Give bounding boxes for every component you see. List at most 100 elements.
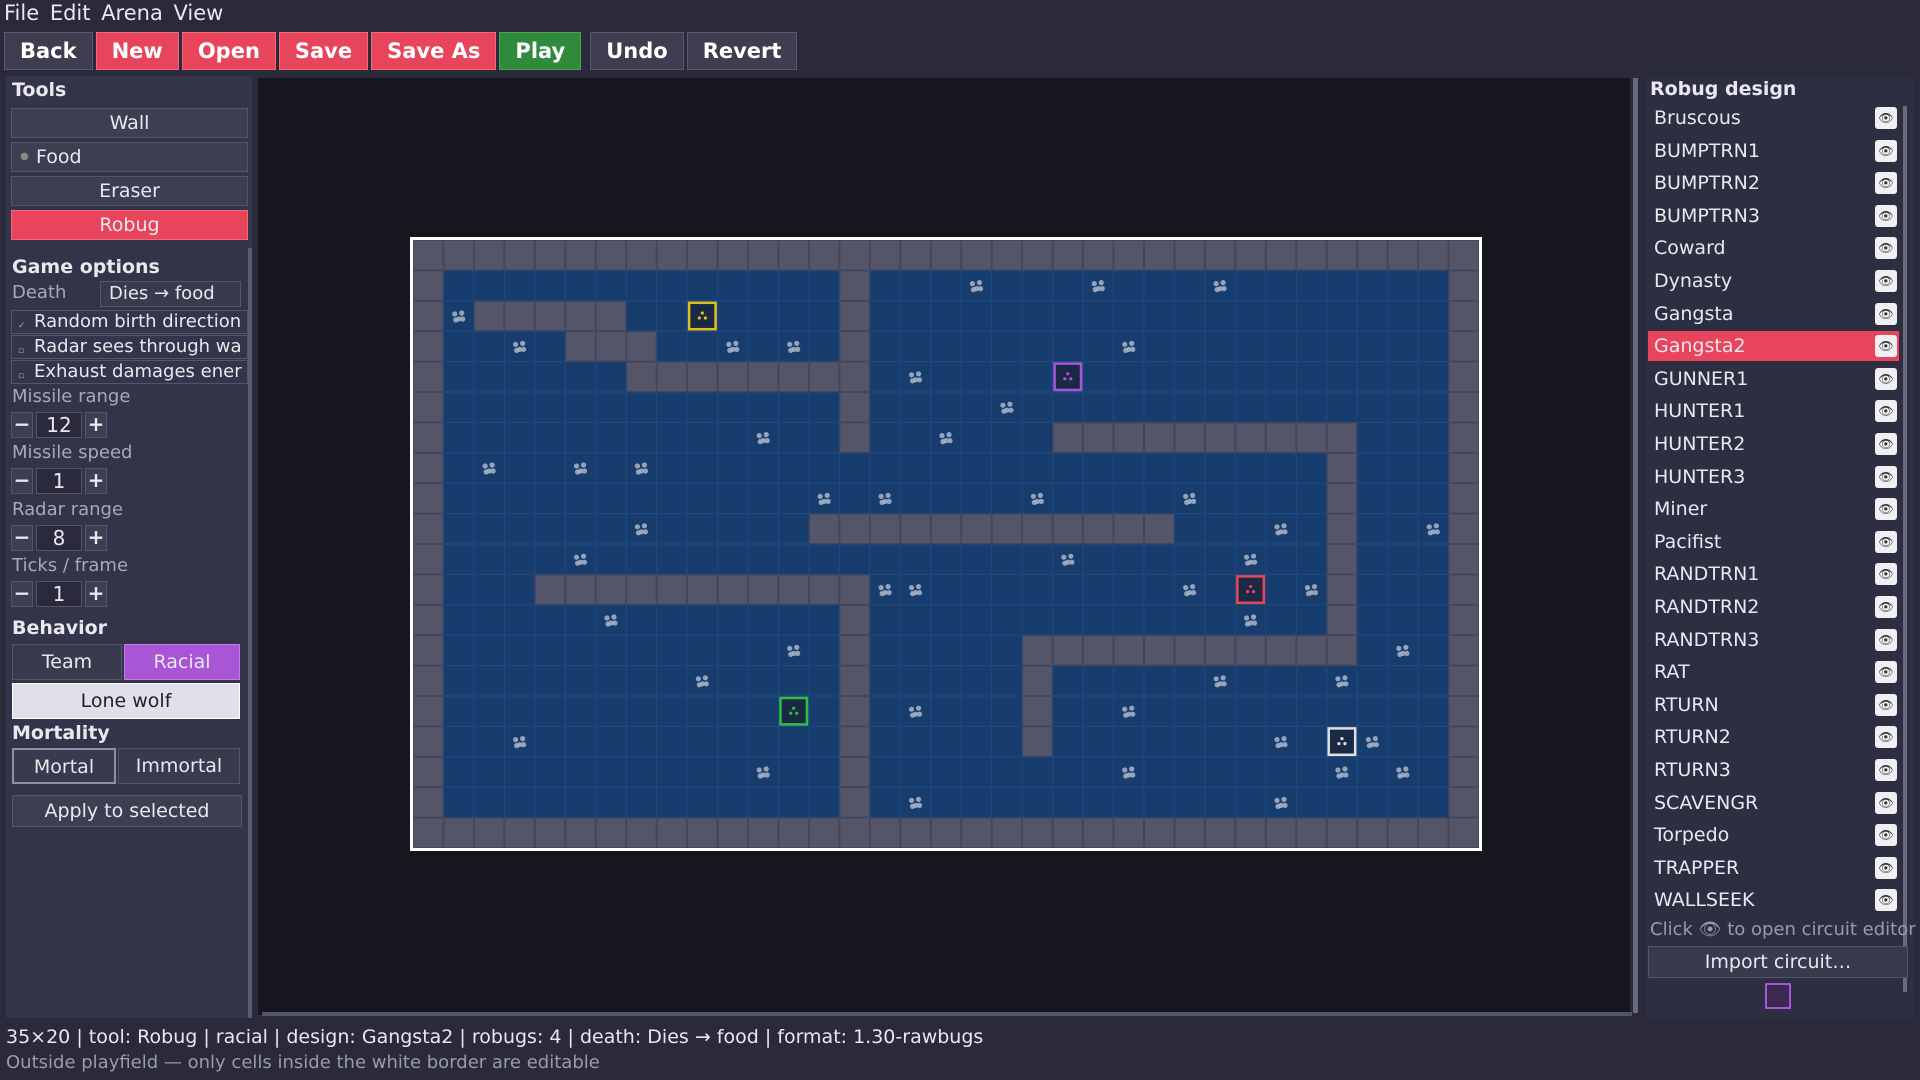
save-button[interactable]: Save (278, 32, 369, 70)
save-as-button[interactable]: Save As (371, 32, 497, 70)
design-item[interactable]: Bruscous 👁 (1648, 103, 1899, 133)
design-item[interactable]: GUNNER1 👁 (1648, 364, 1899, 394)
design-item[interactable]: RANDTRN3 👁 (1648, 625, 1899, 655)
eye-icon[interactable]: 👁 (1875, 498, 1897, 521)
behavior-lone-wolf-button[interactable]: Lone wolf (12, 683, 240, 719)
decrement-button[interactable]: − (11, 468, 33, 494)
wall-cell (687, 361, 718, 392)
radar-range-value[interactable]: 8 (36, 525, 82, 551)
design-item[interactable]: BUMPTRN2 👁 (1648, 168, 1899, 198)
design-item[interactable]: HUNTER1 👁 (1648, 396, 1899, 426)
behavior-team-button[interactable]: Team (12, 644, 122, 680)
missile-speed-value[interactable]: 1 (36, 468, 82, 494)
design-item[interactable]: RAT 👁 (1648, 657, 1899, 687)
design-item[interactable]: Torpedo 👁 (1648, 820, 1899, 850)
eye-icon[interactable]: 👁 (1875, 139, 1897, 162)
decrement-button[interactable]: − (11, 412, 33, 438)
arena-playfield[interactable] (410, 237, 1482, 851)
immortal-button[interactable]: Immortal (118, 748, 240, 784)
eye-icon[interactable]: 👁 (1875, 563, 1897, 586)
undo-button[interactable]: Undo (590, 32, 684, 70)
design-item[interactable]: RTURN 👁 (1648, 690, 1899, 720)
missile-range-value[interactable]: 12 (36, 412, 82, 438)
design-item-label: TRAPPER (1654, 856, 1740, 879)
eye-icon[interactable]: 👁 (1875, 759, 1897, 781)
back-button[interactable]: Back (4, 32, 93, 70)
decrement-button[interactable]: − (11, 581, 33, 607)
eye-icon[interactable]: 👁 (1875, 596, 1897, 618)
menu-arena[interactable]: Arena (101, 1, 163, 25)
eye-icon[interactable]: 👁 (1875, 400, 1897, 423)
eye-icon[interactable]: 👁 (1875, 204, 1897, 227)
eye-icon[interactable]: 👁 (1875, 726, 1897, 749)
mortal-button[interactable]: Mortal (12, 748, 116, 784)
eye-icon[interactable]: 👁 (1875, 791, 1897, 814)
tool-wall-button[interactable]: Wall (11, 108, 248, 138)
tool-eraser-button[interactable]: Eraser (11, 176, 248, 206)
tool-food-button[interactable]: ● Food (11, 142, 248, 172)
eye-icon[interactable]: 👁 (1875, 172, 1897, 195)
random-birth-checkbox[interactable]: ✓ Random birth direction (11, 310, 248, 334)
eye-icon[interactable]: 👁 (1875, 465, 1897, 488)
tool-robug-button[interactable]: Robug (11, 210, 248, 240)
design-item[interactable]: RANDTRN1 👁 (1648, 559, 1899, 589)
apply-to-selected-button[interactable]: Apply to selected (12, 795, 242, 827)
eye-icon[interactable]: 👁 (1875, 693, 1897, 716)
radar-walls-checkbox[interactable]: ▫ Radar sees through wa (11, 335, 248, 359)
eye-icon[interactable]: 👁 (1875, 367, 1897, 390)
ticks-value[interactable]: 1 (36, 581, 82, 607)
eye-icon[interactable]: 👁 (1875, 824, 1897, 847)
design-item[interactable]: SCAVENGR 👁 (1648, 788, 1899, 818)
open-button[interactable]: Open (181, 32, 276, 70)
eye-icon[interactable]: 👁 (1875, 661, 1897, 684)
eye-icon[interactable]: 👁 (1875, 302, 1897, 325)
design-item[interactable]: HUNTER2 👁 (1648, 429, 1899, 459)
eye-icon[interactable]: 👁 (1875, 237, 1897, 260)
increment-button[interactable]: + (85, 581, 107, 607)
design-item[interactable]: HUNTER3 👁 (1648, 462, 1899, 492)
left-scrollbar[interactable] (248, 248, 252, 1018)
design-list-scrollbar[interactable] (1903, 106, 1907, 992)
design-item[interactable]: WALLSEEK 👁 (1648, 885, 1899, 915)
wall-cell (1052, 422, 1084, 453)
robug-design-title: Robug design (1650, 78, 1797, 100)
import-circuit-button[interactable]: Import circuit… (1648, 946, 1908, 978)
eye-icon[interactable]: 👁 (1875, 335, 1897, 358)
design-item[interactable]: Gangsta 👁 (1648, 299, 1899, 329)
design-item[interactable]: Pacifist 👁 (1648, 527, 1899, 557)
revert-button[interactable]: Revert (686, 32, 798, 70)
decrement-button[interactable]: − (11, 525, 33, 551)
eye-icon[interactable]: 👁 (1875, 856, 1897, 879)
arena-grid[interactable] (413, 240, 1479, 848)
eye-icon[interactable]: 👁 (1875, 433, 1897, 455)
design-item[interactable]: TRAPPER 👁 (1648, 853, 1899, 883)
new-button[interactable]: New (95, 32, 179, 70)
increment-button[interactable]: + (85, 468, 107, 494)
design-item[interactable]: RTURN3 👁 (1648, 755, 1899, 785)
design-item[interactable]: RANDTRN2 👁 (1648, 592, 1899, 622)
design-item[interactable]: BUMPTRN1 👁 (1648, 136, 1899, 166)
eye-icon[interactable]: 👁 (1875, 628, 1897, 651)
play-button[interactable]: Play (499, 32, 582, 70)
design-item[interactable]: Gangsta2 👁 (1648, 331, 1899, 362)
design-item[interactable]: BUMPTRN3 👁 (1648, 201, 1899, 231)
eye-icon[interactable]: 👁 (1875, 889, 1897, 912)
design-item[interactable]: Coward 👁 (1648, 233, 1899, 263)
eye-icon[interactable]: 👁 (1875, 107, 1897, 129)
design-item[interactable]: Dynasty 👁 (1648, 266, 1899, 296)
horizontal-scrollbar[interactable] (262, 1012, 1632, 1016)
design-item[interactable]: Miner 👁 (1648, 494, 1899, 524)
increment-button[interactable]: + (85, 412, 107, 438)
increment-button[interactable]: + (85, 525, 107, 551)
design-item[interactable]: RTURN2 👁 (1648, 722, 1899, 752)
menu-edit[interactable]: Edit (50, 1, 91, 25)
menu-view[interactable]: View (174, 1, 224, 25)
eye-icon[interactable]: 👁 (1875, 530, 1897, 553)
exhaust-damage-checkbox[interactable]: ▫ Exhaust damages ener (11, 360, 248, 384)
vertical-scrollbar[interactable] (1633, 78, 1638, 1013)
wall-cell (1052, 513, 1084, 545)
eye-icon[interactable]: 👁 (1875, 270, 1897, 292)
death-dropdown[interactable]: Dies → food (100, 281, 241, 307)
menu-file[interactable]: File (4, 1, 39, 25)
behavior-racial-button[interactable]: Racial (124, 644, 240, 680)
